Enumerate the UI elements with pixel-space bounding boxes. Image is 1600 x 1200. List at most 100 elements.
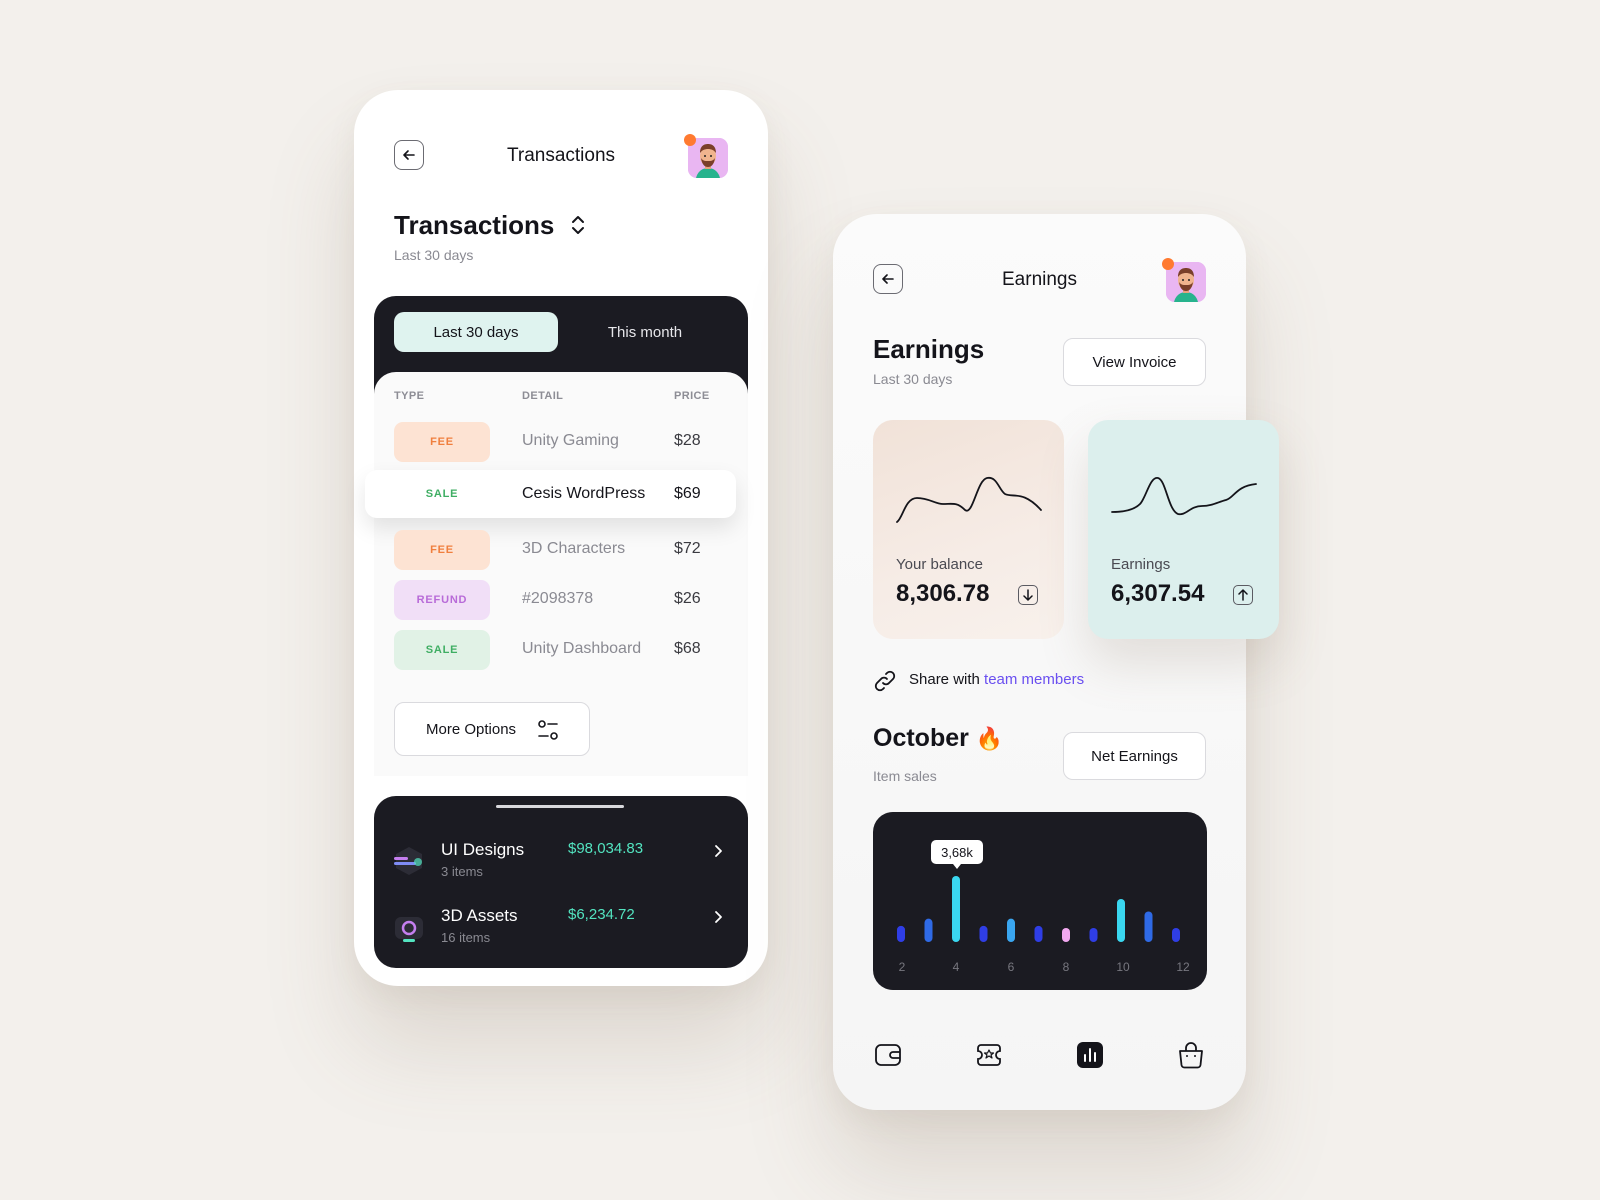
month-heading-text: October [873,724,969,752]
chart-bar[interactable] [897,925,905,942]
column-header-detail: DETAIL [522,390,564,402]
chart-bar[interactable] [1172,928,1180,942]
asset-name: UI Designs [441,840,525,859]
ticket-star-icon[interactable] [974,1040,1004,1070]
chart-bar[interactable] [1117,898,1125,942]
x-tick-label: 12 [1176,960,1190,974]
notification-dot [684,134,696,146]
balance-value: 8,306.78 [896,580,990,607]
topbar: Earnings [873,258,1206,302]
share-text: Share with team members [909,671,1084,688]
view-invoice-button[interactable]: View Invoice [1063,338,1206,386]
earnings-sparkline [1111,477,1257,516]
chart-bar[interactable] [1034,925,1043,942]
row-price: $26 [674,590,701,607]
row-price: $68 [674,640,701,657]
chart-bar[interactable] [924,918,933,942]
x-tick-label: 2 [898,960,906,974]
net-earnings-button[interactable]: Net Earnings [1063,732,1206,780]
chart-bar[interactable] [979,925,988,942]
page-title: Transactions [394,210,586,241]
type-badge: SALE [394,474,490,514]
earnings-label: Earnings [1111,556,1171,573]
topbar-title: Transactions [506,145,616,166]
bottom-nav [873,1040,1206,1076]
asset-item-3d-assets[interactable]: 3D Assets 16 items $6,234.72 [374,902,748,962]
asset-name: 3D Assets [441,906,518,925]
table-row[interactable]: FEE 3D Characters $72 [374,524,748,574]
balance-card[interactable]: Your balance 8,306.78 [873,420,1064,639]
transactions-table: TYPE DETAIL PRICE FEE Unity Gaming $28 S… [365,372,748,776]
type-badge: REFUND [394,580,490,620]
column-header-type: TYPE [394,390,425,402]
topbar-title: Earnings [1002,269,1077,290]
page-subtitle: Last 30 days [394,247,474,263]
page-title-text: Transactions [394,210,555,240]
arrow-up-icon [1233,585,1253,605]
arrow-down-icon [1018,585,1038,605]
month-heading: October 🔥 [873,724,1003,753]
notification-dot [1162,258,1174,270]
sheet-handle[interactable] [496,805,624,808]
earnings-card[interactable]: Earnings 6,307.54 [1088,420,1279,639]
balance-label: Your balance [896,556,984,573]
camera-icon [395,917,423,942]
row-detail: Cesis WordPress [522,485,646,502]
fire-icon: 🔥 [975,726,1004,751]
x-tick-label: 4 [952,960,960,974]
x-tick-label: 10 [1116,960,1130,974]
chart-bar[interactable] [1007,918,1015,942]
balance-sparkline [896,477,1042,523]
asset-count: 16 items [441,930,491,945]
row-price: $28 [674,432,701,449]
sort-toggle-icon[interactable] [570,213,586,237]
more-options-label: More Options [426,720,517,738]
chart-bar[interactable] [1062,928,1070,942]
table-row[interactable]: SALE Unity Dashboard $68 [374,624,748,674]
asset-count: 3 items [441,864,483,879]
ui-designs-icon [394,847,422,875]
row-detail: Unity Gaming [522,432,619,449]
type-badge: SALE [394,630,490,670]
page-title: Earnings [873,334,985,364]
earnings-value: 6,307.54 [1111,580,1205,607]
table-row[interactable]: REFUND #2098378 $26 [374,574,748,624]
table-row[interactable]: FEE Unity Gaming $28 [374,416,748,466]
bar-chart [897,876,1180,942]
chevron-right-icon [715,845,722,857]
earnings-screen: Earnings Earnings Last 30 days View Invo… [833,214,1279,1110]
item-sales-chart: 3,68k 2 4 6 8 10 12 [873,812,1207,990]
wallet-icon[interactable] [873,1040,903,1070]
row-detail: #2098378 [522,590,594,607]
chart-icon[interactable] [1075,1040,1105,1070]
team-members-link[interactable]: team members [984,671,1084,688]
row-detail: Unity Dashboard [522,640,642,657]
chevron-right-icon [715,911,722,923]
tab-last-30-days[interactable]: Last 30 days [394,312,558,352]
chart-tooltip: 3,68k [931,840,983,869]
column-header-price: PRICE [674,390,710,402]
asset-item-ui-designs[interactable]: UI Designs 3 items $98,034.83 [374,836,748,896]
asset-amount: $98,034.83 [568,840,644,857]
row-price: $72 [674,540,701,557]
assets-sheet: UI Designs 3 items $98,034.83 3D Assets … [374,796,748,968]
x-tick-label: 8 [1062,960,1070,974]
row-price: $69 [674,485,701,502]
chart-bar[interactable] [1144,911,1153,942]
more-options-button[interactable]: More Options [394,702,590,756]
type-badge: FEE [394,422,490,462]
bag-icon[interactable] [1176,1040,1206,1070]
share-prefix: Share with [909,671,980,688]
asset-amount: $6,234.72 [568,906,635,923]
tab-this-month[interactable]: This month [568,312,722,352]
chart-bar[interactable] [952,876,960,942]
topbar: Transactions [394,134,728,178]
filter-icon [538,720,558,740]
chart-bar[interactable] [1089,928,1098,942]
transactions-screen: Transactions Transactions Last 30 days L… [354,90,768,986]
page-subtitle: Last 30 days [873,371,953,387]
x-tick-label: 6 [1007,960,1015,974]
row-detail: 3D Characters [522,540,626,557]
month-subtitle: Item sales [873,768,937,784]
table-row[interactable]: SALE Cesis WordPress $69 [365,470,736,518]
